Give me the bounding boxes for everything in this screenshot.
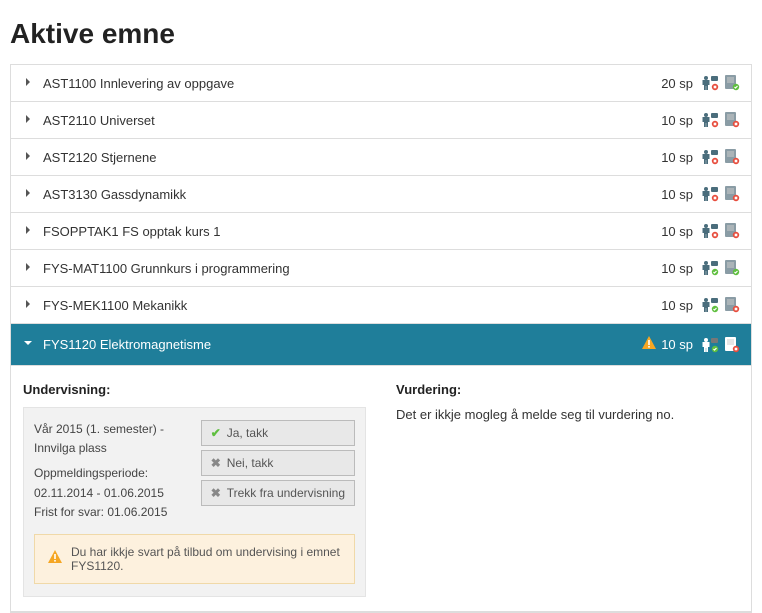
vurdering-column: Vurdering: Det er ikkje mogleg å melde s… [396, 382, 739, 597]
page-title: Aktive emne [10, 18, 752, 50]
document-status-icon [723, 222, 741, 240]
alert-text: Du har ikkje svart på tilbud om undervis… [71, 545, 342, 573]
deadline-line: Frist for svar: 01.06.2015 [34, 503, 189, 522]
course-row[interactable]: FYS-MAT1100 Grunnkurs i programmering 10… [11, 250, 751, 287]
course-credits: 10 sp [661, 187, 693, 202]
document-status-icon [723, 185, 741, 203]
course-credits: 10 sp [661, 150, 693, 165]
course-title: AST2120 Stjernene [43, 150, 661, 165]
chevron-right-icon [21, 225, 35, 238]
person-status-icon [701, 74, 719, 92]
chevron-right-icon [21, 77, 35, 90]
semester-line: Vår 2015 (1. semester) - Innvilga plass [34, 420, 189, 458]
course-row[interactable]: AST2120 Stjernene 10 sp [11, 139, 751, 176]
person-status-icon [701, 111, 719, 129]
teaching-box: Vår 2015 (1. semester) - Innvilga plass … [23, 407, 366, 597]
person-status-icon [701, 222, 719, 240]
undervisning-heading: Undervisning: [23, 382, 366, 397]
document-status-icon [723, 111, 741, 129]
person-status-icon [701, 259, 719, 277]
no-button[interactable]: ✖Nei, takk [201, 450, 355, 476]
course-row[interactable]: FYS-MEK1100 Mekanikk 10 sp [11, 287, 751, 324]
undervisning-column: Undervisning: Vår 2015 (1. semester) - I… [23, 382, 366, 597]
no-button-label: Nei, takk [227, 456, 274, 470]
alert-box: Du har ikkje svart på tilbud om undervis… [34, 534, 355, 584]
vurdering-heading: Vurdering: [396, 382, 739, 397]
course-row[interactable]: AST1100 Innlevering av oppgave 20 sp [11, 65, 751, 102]
document-status-icon [723, 148, 741, 166]
course-title: FSOPPTAK1 FS opptak kurs 1 [43, 224, 661, 239]
chevron-right-icon [21, 262, 35, 275]
person-status-icon [701, 185, 719, 203]
course-credits: 10 sp [661, 113, 693, 128]
course-row[interactable]: AST2110 Universet 10 sp [11, 102, 751, 139]
course-title: AST1100 Innlevering av oppgave [43, 76, 661, 91]
course-title: FYS1120 Elektromagnetisme [43, 337, 641, 352]
course-credits: 10 sp [661, 224, 693, 239]
period-line: Oppmeldingsperiode: 02.11.2014 - 01.06.2… [34, 464, 189, 502]
course-credits: 10 sp [661, 298, 693, 313]
person-status-icon [701, 336, 719, 354]
teaching-info: Vår 2015 (1. semester) - Innvilga plass … [34, 420, 189, 522]
yes-button[interactable]: ✔Ja, takk [201, 420, 355, 446]
withdraw-button[interactable]: ✖Trekk fra undervisning [201, 480, 355, 506]
warning-icon [641, 335, 657, 354]
course-list: AST1100 Innlevering av oppgave 20 sp AST… [10, 64, 752, 613]
withdraw-button-label: Trekk fra undervisning [227, 486, 345, 500]
document-status-icon [723, 296, 741, 314]
person-status-icon [701, 148, 719, 166]
chevron-right-icon [21, 114, 35, 127]
course-title: FYS-MAT1100 Grunnkurs i programmering [43, 261, 661, 276]
person-status-icon [701, 296, 719, 314]
course-title: FYS-MEK1100 Mekanikk [43, 298, 661, 313]
chevron-right-icon [21, 151, 35, 164]
vurdering-text: Det er ikkje mogleg å melde seg til vurd… [396, 407, 739, 422]
course-title: AST3130 Gassdynamikk [43, 187, 661, 202]
yes-button-label: Ja, takk [227, 426, 268, 440]
warning-icon [47, 549, 63, 568]
chevron-right-icon [21, 299, 35, 312]
course-credits: 10 sp [661, 261, 693, 276]
document-status-icon [723, 74, 741, 92]
course-row[interactable]: AST3130 Gassdynamikk 10 sp [11, 176, 751, 213]
course-credits: 10 sp [661, 337, 693, 352]
course-title: AST2110 Universet [43, 113, 661, 128]
document-status-icon [723, 336, 741, 354]
chevron-down-icon [21, 338, 35, 351]
course-credits: 20 sp [661, 76, 693, 91]
course-row[interactable]: FSOPPTAK1 FS opptak kurs 1 10 sp [11, 213, 751, 250]
document-status-icon [723, 259, 741, 277]
course-detail-panel: Undervisning: Vår 2015 (1. semester) - I… [11, 366, 751, 612]
chevron-right-icon [21, 188, 35, 201]
course-row[interactable]: FYS1120 Elektromagnetisme 10 sp [11, 324, 751, 366]
